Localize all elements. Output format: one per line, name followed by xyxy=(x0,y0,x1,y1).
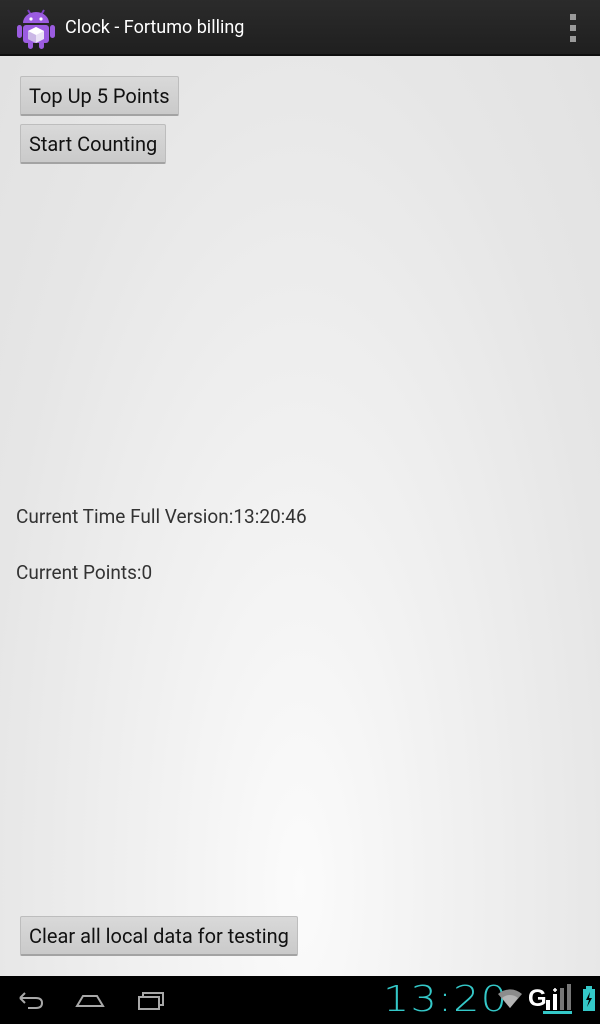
app-title: Clock - Fortumo billing xyxy=(65,17,245,38)
clear-local-data-button[interactable]: Clear all local data for testing xyxy=(20,916,298,956)
recent-apps-icon[interactable] xyxy=(136,986,168,1014)
start-counting-button[interactable]: Start Counting xyxy=(20,124,167,164)
battery-charging-icon xyxy=(583,986,595,1011)
status-clock: 13:20 xyxy=(383,979,509,1020)
system-bar: 13:20 G xyxy=(0,976,600,1024)
signal-icon xyxy=(543,984,572,1014)
main-content: Top Up 5 Points Start Counting Current T… xyxy=(0,56,600,976)
android-icon[interactable] xyxy=(14,6,58,50)
current-time-label: Current Time Full Version:13:20:46 xyxy=(16,505,307,528)
back-icon[interactable] xyxy=(14,986,46,1014)
wifi-icon xyxy=(498,989,522,1008)
action-bar: Clock - Fortumo billing xyxy=(0,0,600,56)
home-icon[interactable] xyxy=(74,986,106,1014)
current-points-label: Current Points:0 xyxy=(16,561,153,584)
overflow-menu-icon[interactable] xyxy=(568,14,578,42)
top-up-button[interactable]: Top Up 5 Points xyxy=(20,76,179,116)
